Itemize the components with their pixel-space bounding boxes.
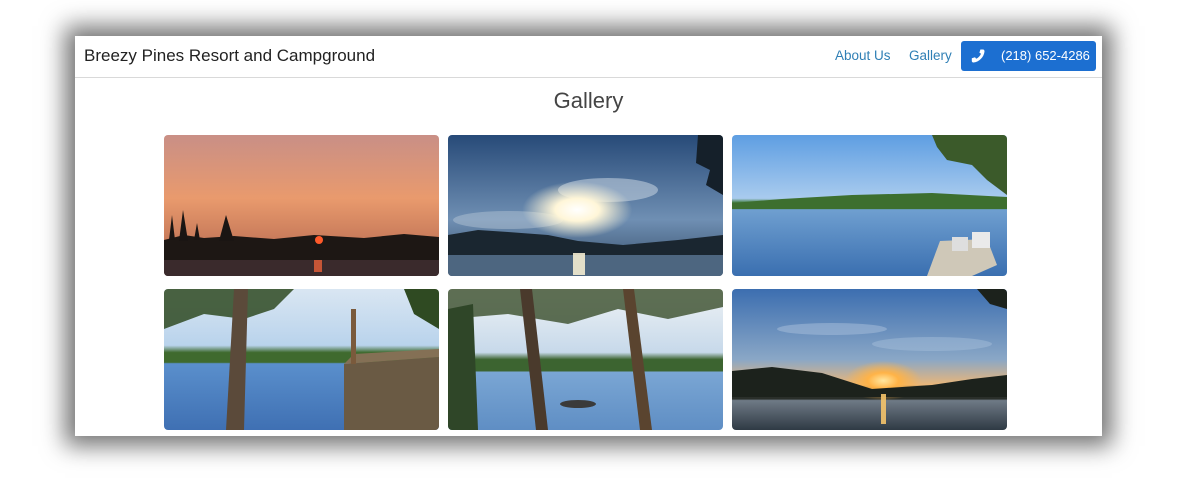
phone-button[interactable]: (218) 652-4286 — [961, 41, 1096, 71]
gallery-photo-pink-sunset[interactable] — [164, 135, 439, 276]
site-brand[interactable]: Breezy Pines Resort and Campground — [84, 46, 375, 66]
phone-icon — [970, 48, 986, 64]
nav-gallery[interactable]: Gallery — [909, 48, 952, 63]
navbar: Breezy Pines Resort and Campground About… — [75, 36, 1102, 78]
gallery-photo-dock[interactable] — [732, 135, 1007, 276]
browser-page: Breezy Pines Resort and Campground About… — [75, 36, 1102, 436]
gallery-photo-orange-sunset[interactable] — [732, 289, 1007, 430]
gallery-photo-pine-trunks[interactable] — [448, 289, 723, 430]
phone-number: (218) 652-4286 — [1001, 48, 1090, 63]
nav-about-us[interactable]: About Us — [835, 48, 891, 63]
gallery-photo-pine-boathouse[interactable] — [164, 289, 439, 430]
page-title: Gallery — [553, 88, 624, 113]
gallery-photo-bright-sun[interactable] — [448, 135, 723, 276]
